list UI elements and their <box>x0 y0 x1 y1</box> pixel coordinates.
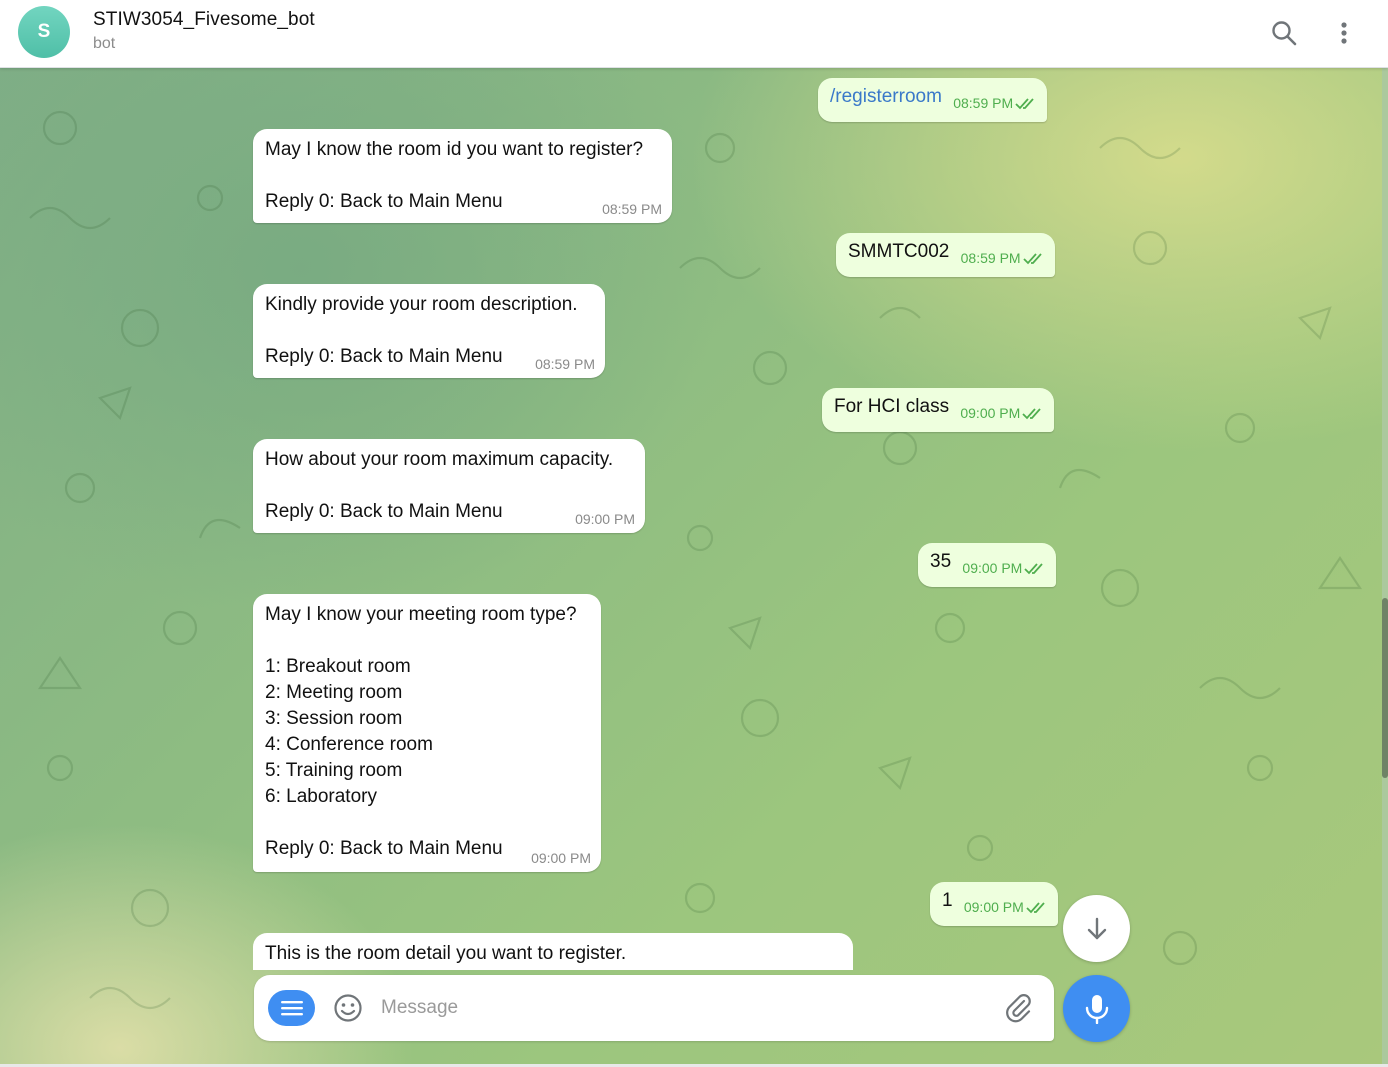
message-time: 09:00 PM <box>960 405 1021 421</box>
message-time: 08:59 PM <box>960 250 1021 266</box>
outgoing-message[interactable]: /registerroom 08:59 PM <box>818 78 1048 122</box>
search-icon[interactable] <box>1268 17 1300 49</box>
outgoing-message[interactable]: 35 09:00 PM <box>918 543 1057 587</box>
voice-record-button[interactable] <box>1063 975 1130 1042</box>
message-text: This is the room detail you want to regi… <box>265 943 627 964</box>
background-pattern <box>29 110 1363 1031</box>
attach-icon[interactable] <box>1002 992 1034 1024</box>
more-vertical-icon[interactable] <box>1328 17 1360 49</box>
message-time: 09:00 PM <box>575 511 635 527</box>
outgoing-message[interactable]: SMMTC002 08:59 PM <box>836 233 1055 277</box>
message-text: SMMTC002 <box>848 241 950 262</box>
outgoing-message[interactable]: 1 09:00 PM <box>930 882 1058 926</box>
incoming-message[interactable]: May I know the room id you want to regis… <box>253 129 672 223</box>
scrollbar[interactable] <box>1382 68 1388 1064</box>
message-time: 08:59 PM <box>535 356 595 372</box>
menu-icon <box>280 1001 303 1016</box>
read-check-icon <box>1026 902 1045 914</box>
message-time: 09:00 PM <box>962 560 1023 576</box>
chat-header: S STIW3054_Fivesome_bot bot <box>0 0 1388 68</box>
outgoing-message[interactable]: For HCI class 09:00 PM <box>822 388 1055 432</box>
scroll-to-bottom-button[interactable] <box>1063 895 1130 962</box>
read-check-icon <box>1024 563 1044 575</box>
chat-subtitle: bot <box>93 35 116 52</box>
avatar[interactable]: S <box>18 6 70 58</box>
mic-icon <box>1085 994 1108 1024</box>
message-composer <box>254 975 1054 1041</box>
read-check-icon <box>1022 408 1041 420</box>
message-time: 08:59 PM <box>953 95 1014 111</box>
message-text: 35 <box>930 551 952 572</box>
bot-command-link[interactable]: /registerroom <box>830 86 942 107</box>
message-input[interactable] <box>381 991 981 1025</box>
chat-title[interactable]: STIW3054_Fivesome_bot <box>93 9 315 31</box>
message-text: May I know your meeting room type? 1: Br… <box>265 604 577 859</box>
message-time: 08:59 PM <box>602 201 662 217</box>
incoming-message[interactable]: How about your room maximum capacity. Re… <box>253 439 645 533</box>
message-text: 1 <box>942 890 953 911</box>
read-check-icon <box>1015 98 1034 110</box>
incoming-message[interactable]: This is the room detail you want to regi… <box>253 933 853 970</box>
message-text: May I know the room id you want to regis… <box>265 139 644 212</box>
emoji-icon[interactable] <box>332 992 364 1024</box>
message-time: 09:00 PM <box>963 899 1024 915</box>
message-time: 09:00 PM <box>531 850 591 866</box>
incoming-message[interactable]: Kindly provide your room description. Re… <box>253 284 605 378</box>
chat-background <box>0 68 1382 1064</box>
scrollbar-thumb[interactable] <box>1382 598 1388 778</box>
incoming-message[interactable]: May I know your meeting room type? 1: Br… <box>253 594 601 872</box>
arrow-down-icon <box>1087 917 1106 939</box>
read-check-icon <box>1022 253 1042 265</box>
message-text: For HCI class <box>834 396 950 417</box>
bot-menu-button[interactable] <box>268 990 315 1026</box>
